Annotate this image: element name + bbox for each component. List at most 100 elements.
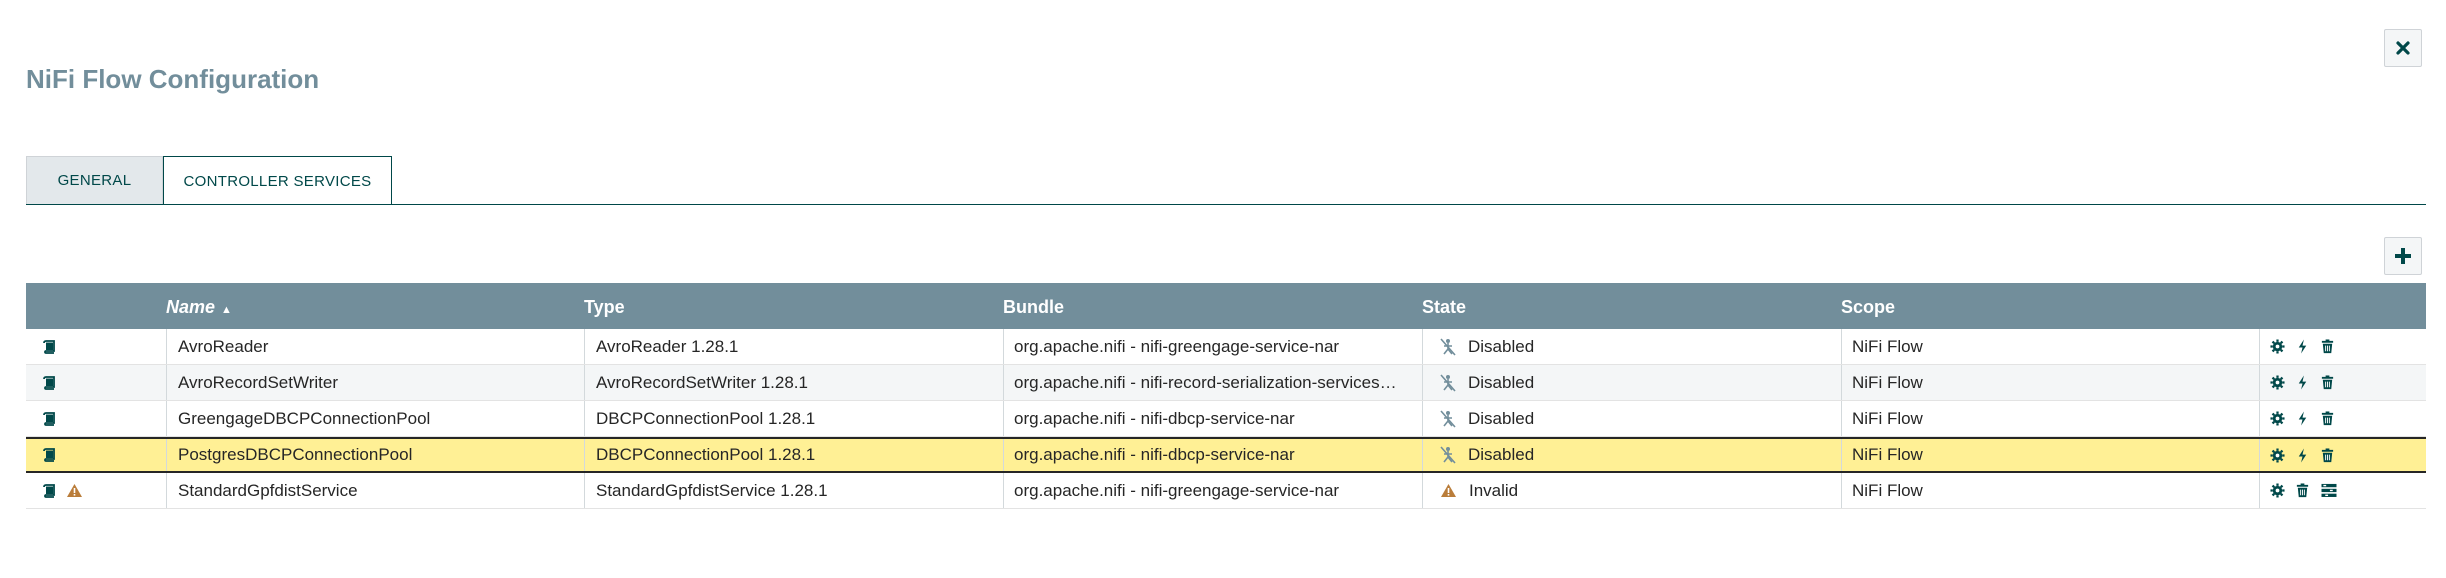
service-state-label: Invalid [1469,480,1519,500]
service-scope: NiFi Flow [1852,445,1923,464]
book-icon [43,411,55,426]
table-row[interactable]: GreengageDBCPConnectionPool DBCPConnecti… [26,401,2426,437]
gear-icon[interactable] [2270,411,2285,426]
service-type: StandardGpfdistService 1.28.1 [596,480,828,500]
tab-divider [26,204,2426,205]
gear-icon[interactable] [2270,483,2285,498]
tab-controller-services[interactable]: CONTROLLER SERVICES [163,156,392,205]
gear-icon[interactable] [2270,447,2285,463]
table-row[interactable]: PostgresDBCPConnectionPool DBCPConnectio… [26,437,2426,473]
trash-icon[interactable] [2295,483,2310,498]
usage-info-button[interactable] [36,411,56,426]
column-separator [1422,365,1423,400]
disabled-icon [1440,409,1456,428]
bolt-icon[interactable] [2295,375,2310,390]
row-actions [2270,365,2410,400]
settings-list-icon[interactable] [2320,483,2338,498]
column-header-name-label: Name [166,297,216,317]
column-header-state[interactable]: State [1422,283,1466,329]
column-separator [584,439,585,471]
table-body: AvroReader AvroReader 1.28.1 org.apache.… [26,329,2426,509]
service-state-label: Disabled [1468,445,1535,464]
row-actions [2270,473,2410,508]
column-separator [584,473,585,508]
service-scope: NiFi Flow [1852,480,1923,500]
row-icons [36,473,176,508]
book-icon [43,483,55,498]
service-type: AvroRecordSetWriter 1.28.1 [596,372,808,392]
disabled-icon [1440,446,1456,464]
bolt-icon[interactable] [2295,339,2310,354]
close-icon [2396,41,2410,55]
column-separator [1841,365,1842,400]
service-type: DBCPConnectionPool 1.28.1 [596,408,816,428]
column-separator [1422,401,1423,436]
column-separator [1422,329,1423,364]
tab-bar: GENERAL CONTROLLER SERVICES [26,156,2426,205]
column-separator [584,401,585,436]
table-row[interactable]: StandardGpfdistService StandardGpfdistSe… [26,473,2426,509]
tab-general[interactable]: GENERAL [26,156,163,204]
trash-icon[interactable] [2320,375,2335,390]
column-separator [1003,365,1004,400]
service-state: Disabled [1434,401,1834,436]
column-header-type[interactable]: Type [584,283,625,329]
sort-ascending-icon: ▲ [221,304,232,316]
service-name: AvroReader [178,336,269,356]
usage-info-button[interactable] [36,448,56,462]
column-separator [2259,401,2260,436]
column-separator [1841,473,1842,508]
row-actions [2270,439,2410,471]
validation-warning-button[interactable] [56,483,83,498]
column-separator [1841,329,1842,364]
add-controller-service-button[interactable] [2384,237,2422,275]
service-scope: NiFi Flow [1852,372,1923,392]
service-bundle: org.apache.nifi - nifi-dbcp-service-nar [1014,445,1295,464]
bolt-icon[interactable] [2295,411,2310,426]
service-state-label: Disabled [1468,408,1535,428]
tab-general-label: GENERAL [57,172,132,189]
service-state: Disabled [1434,329,1834,364]
service-scope: NiFi Flow [1852,336,1923,356]
trash-icon[interactable] [2320,447,2335,463]
service-state-label: Disabled [1468,372,1535,392]
trash-icon[interactable] [2320,339,2335,354]
column-separator [2259,439,2260,471]
column-header-scope[interactable]: Scope [1841,283,1895,329]
book-icon [43,375,55,390]
gear-icon[interactable] [2270,375,2285,390]
service-state: Invalid [1434,473,1834,508]
service-type: DBCPConnectionPool 1.28.1 [596,445,816,464]
warning-icon [67,484,82,497]
service-name: StandardGpfdistService [178,480,358,500]
bolt-icon[interactable] [2295,447,2310,463]
row-icons [36,439,176,471]
usage-info-button[interactable] [36,483,56,498]
column-separator [1422,473,1423,508]
usage-info-button[interactable] [36,375,56,390]
tab-controller-services-label: CONTROLLER SERVICES [183,172,372,190]
column-separator [1422,439,1423,471]
table-row[interactable]: AvroReader AvroReader 1.28.1 org.apache.… [26,329,2426,365]
column-header-name[interactable]: Name ▲ [166,283,232,329]
gear-icon[interactable] [2270,339,2285,354]
service-bundle: org.apache.nifi - nifi-dbcp-service-nar [1014,408,1295,428]
service-bundle: org.apache.nifi - nifi-greengage-service… [1014,336,1340,356]
table-row[interactable]: AvroRecordSetWriter AvroRecordSetWriter … [26,365,2426,401]
row-actions [2270,401,2410,436]
column-separator [1841,401,1842,436]
book-icon [43,448,55,462]
service-state: Disabled [1434,439,1834,471]
usage-info-button[interactable] [36,339,56,354]
close-button[interactable] [2384,29,2422,67]
row-actions [2270,329,2410,364]
column-separator [584,365,585,400]
service-name: PostgresDBCPConnectionPool [178,445,413,464]
column-separator [2259,473,2260,508]
controller-services-table: Name ▲ Type Bundle State Scope AvroReader… [26,283,2426,509]
service-bundle: org.apache.nifi - nifi-record-serializat… [1014,372,1397,392]
service-name: GreengageDBCPConnectionPool [178,408,431,428]
column-header-bundle[interactable]: Bundle [1003,283,1064,329]
trash-icon[interactable] [2320,411,2335,426]
column-separator [2259,365,2260,400]
